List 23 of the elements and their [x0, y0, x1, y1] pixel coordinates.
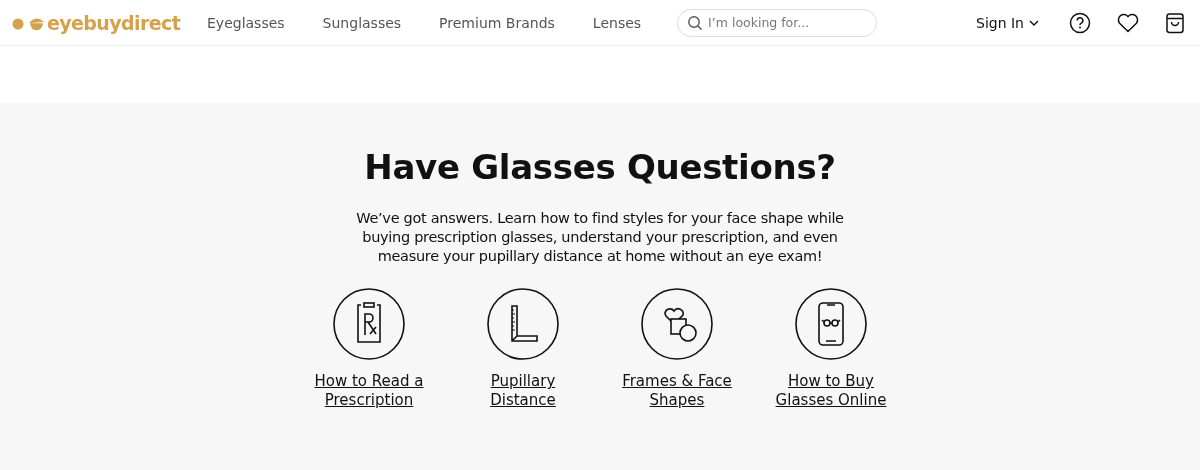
bag-icon[interactable] — [1165, 11, 1185, 34]
nav-link[interactable]: Lenses — [592, 14, 642, 31]
section-description: We’ve got answers. Learn how to find styles for your face shape while buying prescription glasses, understand your prescription, and even measure your pupillary distance at home without an eye exam! — [355, 209, 845, 266]
ruler-icon[interactable] — [487, 288, 559, 360]
search-icon — [687, 14, 704, 31]
nav-link[interactable]: Eyeglasses — [207, 14, 285, 31]
heart-icon[interactable] — [1117, 12, 1139, 33]
sign-in-button[interactable]: Sign In — [976, 14, 1039, 31]
topic-link[interactable]: Pupillary Distance — [458, 372, 588, 410]
chevron-down-icon — [1029, 19, 1039, 26]
logo-text: eyebuydirect — [47, 11, 181, 34]
phone-icon[interactable] — [795, 288, 867, 360]
help-icon[interactable] — [1069, 11, 1091, 34]
section-title: Have Glasses Questions? — [364, 147, 836, 187]
topic-link[interactable]: Frames & Face Shapes — [612, 372, 742, 410]
topic-link[interactable]: How to Buy Glasses Online — [766, 372, 896, 410]
shapes-icon[interactable] — [641, 288, 713, 360]
clipboard-icon[interactable] — [333, 288, 405, 360]
topic-link[interactable]: How to Read a Prescription — [304, 372, 434, 410]
nav-link[interactable]: Premium Brands — [439, 14, 555, 31]
glasses-logo-icon — [11, 15, 45, 30]
search-field[interactable]: I’m looking for... — [677, 8, 878, 37]
nav-link[interactable]: Sunglasses — [322, 14, 402, 31]
